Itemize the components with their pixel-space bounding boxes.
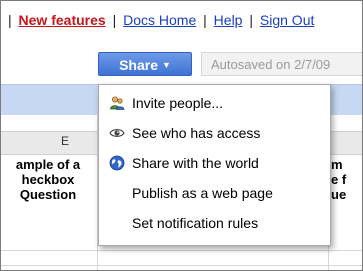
app-frame: | New features | Docs Home | Help | Sign… (0, 0, 363, 271)
menu-item-label: See who has access (132, 125, 261, 141)
top-bar: | New features | Docs Home | Help | Sign… (1, 1, 362, 43)
menu-item-invite-people[interactable]: Invite people... (99, 91, 330, 117)
column-header-e[interactable]: E (61, 134, 69, 148)
menu-item-see-who-has-access[interactable]: See who has access (99, 121, 330, 147)
link-separator: | (249, 12, 253, 28)
share-dropdown-menu: Invite people... See who has access Shar… (98, 84, 331, 246)
cell-text-line: m (331, 157, 343, 172)
cell-text-line: ue (331, 187, 347, 202)
cell-text-line: Question (19, 187, 77, 202)
sheet-cell[interactable]: m e f ue (331, 157, 346, 202)
menu-item-publish-as-web-page[interactable]: Publish as a web page (99, 181, 330, 207)
menu-item-share-with-world[interactable]: Share with the world (99, 151, 330, 177)
sign-out-link[interactable]: Sign Out (260, 12, 314, 28)
eye-icon (109, 125, 125, 141)
menu-item-label: Invite people... (132, 95, 224, 111)
grid-row-line (1, 265, 362, 266)
globe-icon (109, 155, 125, 171)
link-separator: | (203, 12, 207, 28)
cell-text-line: heckbox (21, 172, 75, 187)
share-button-label: Share (119, 57, 158, 73)
cell-text-line: ample of a (15, 157, 81, 172)
sheet-cell[interactable]: ample of a heckbox Question (3, 157, 93, 202)
cell-text-line: e f (331, 172, 347, 187)
link-separator: | (8, 12, 12, 28)
autosave-status: Autosaved on 2/7/09 (201, 52, 362, 76)
menu-item-label: Publish as a web page (132, 185, 273, 201)
new-features-link[interactable]: New features (19, 12, 106, 28)
help-link[interactable]: Help (214, 12, 243, 28)
menu-item-set-notification-rules[interactable]: Set notification rules (99, 211, 330, 237)
menu-item-label: Share with the world (132, 155, 259, 171)
top-links: | New features | Docs Home | Help | Sign… (5, 12, 314, 28)
people-icon (109, 95, 125, 111)
share-button[interactable]: Share ▼ (98, 52, 192, 76)
grid-row-line (1, 250, 362, 251)
link-separator: | (112, 12, 117, 28)
menu-item-label: Set notification rules (132, 215, 259, 231)
chevron-down-icon: ▼ (162, 60, 171, 70)
docs-home-link[interactable]: Docs Home (123, 12, 196, 28)
